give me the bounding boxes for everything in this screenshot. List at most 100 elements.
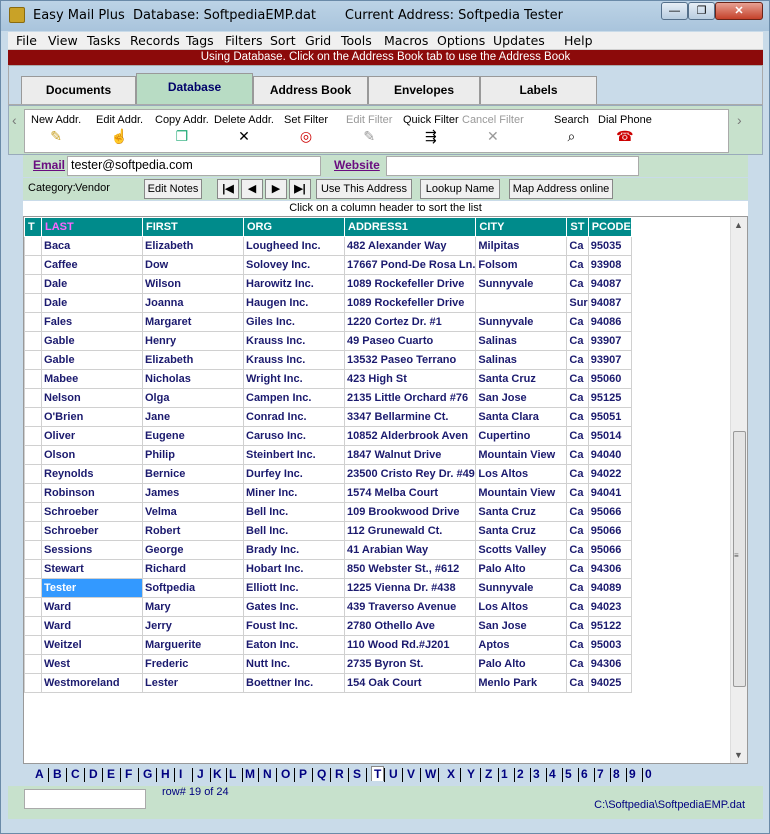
cell-last[interactable]: Westmoreland [41, 673, 143, 693]
cell-first[interactable]: Henry [142, 331, 244, 351]
menu-filters[interactable]: Filters [225, 33, 262, 48]
cell-first[interactable]: Nicholas [142, 369, 244, 389]
menu-help[interactable]: Help [564, 33, 593, 48]
cell-state[interactable]: Ca [566, 578, 589, 598]
cell-org[interactable]: Giles Inc. [243, 312, 345, 332]
alpha-tab-q[interactable]: Q [317, 767, 326, 781]
cell-pcode[interactable]: 93907 [587, 350, 632, 370]
cell-city[interactable]: Santa Cruz [475, 369, 568, 389]
cell-org[interactable]: Miner Inc. [243, 483, 345, 503]
status-input[interactable] [24, 789, 146, 809]
cell-state[interactable]: Ca [566, 236, 589, 256]
cell-last[interactable]: Ward [41, 597, 143, 617]
use-this-address-button[interactable]: Use This Address [316, 179, 412, 199]
cell-city[interactable]: Mountain View [475, 445, 568, 465]
alpha-tab-0[interactable]: 0 [645, 767, 652, 781]
cell-last[interactable]: Gable [41, 331, 143, 351]
next-record-button[interactable]: ▶ [265, 179, 287, 199]
cell-first[interactable]: Jerry [142, 616, 244, 636]
cell-pcode[interactable]: 94306 [587, 559, 632, 579]
cell-city[interactable] [475, 293, 568, 313]
cell-tag[interactable] [24, 369, 42, 389]
cell-tag[interactable] [24, 635, 42, 655]
cell-first[interactable]: Bernice [142, 464, 244, 484]
cell-tag[interactable] [24, 483, 42, 503]
cell-pcode[interactable]: 95035 [587, 236, 632, 256]
cell-city[interactable]: Aptos [475, 635, 568, 655]
column-header-pcode[interactable]: PCODE [587, 217, 632, 237]
cell-tag[interactable] [24, 559, 42, 579]
cell-tag[interactable] [24, 274, 42, 294]
cell-address1[interactable]: 10852 Alderbrook Aven [343, 426, 477, 446]
table-row[interactable]: Oliver Eugene Caruso Inc. 10852 Alderbrook … [24, 426, 632, 446]
cell-address1[interactable]: 1574 Melba Court [343, 483, 477, 503]
cell-org[interactable]: Solovey Inc. [243, 255, 345, 275]
table-row[interactable]: Robinson James Miner Inc. 1574 Melba Court M… [24, 483, 632, 503]
cell-last[interactable]: Schroeber [41, 502, 143, 522]
cell-org[interactable]: Krauss Inc. [243, 350, 345, 370]
cell-org[interactable]: Nutt Inc. [243, 654, 345, 674]
menu-records[interactable]: Records [130, 33, 180, 48]
cell-address1[interactable]: 1089 Rockefeller Drive [343, 293, 477, 313]
cell-tag[interactable] [24, 350, 42, 370]
cell-first[interactable]: Mary [142, 597, 244, 617]
cell-pcode[interactable]: 95066 [587, 540, 632, 560]
cell-org[interactable]: Eaton Inc. [243, 635, 345, 655]
cell-tag[interactable] [24, 312, 42, 332]
cell-pcode[interactable]: 94025 [587, 673, 632, 693]
table-row[interactable]: Olson Philip Steinbert Inc. 1847 Walnut Dri… [24, 445, 632, 465]
set-filter-button[interactable]: Set Filter ◎ [284, 114, 328, 144]
cell-org[interactable]: Bell Inc. [243, 521, 345, 541]
table-row[interactable]: Reynolds Bernice Durfey Inc. 23500 Cristo R… [24, 464, 632, 484]
menu-grid[interactable]: Grid [305, 33, 331, 48]
cell-pcode[interactable]: 94022 [587, 464, 632, 484]
cell-tag[interactable] [24, 255, 42, 275]
cell-state[interactable]: Sur [566, 293, 589, 313]
tab-documents[interactable]: Documents [21, 76, 136, 104]
table-row[interactable]: Gable Henry Krauss Inc. 49 Paseo Cuarto Sali… [24, 331, 632, 351]
table-row[interactable]: Sessions George Brady Inc. 41 Arabian Way Sc… [24, 540, 632, 560]
cell-pcode[interactable]: 94087 [587, 274, 632, 294]
cell-city[interactable]: Salinas [475, 331, 568, 351]
cell-city[interactable]: San Jose [475, 388, 568, 408]
alpha-tab-2[interactable]: 2 [517, 767, 524, 781]
alpha-tab-v[interactable]: V [407, 767, 415, 781]
alpha-tab-z[interactable]: Z [485, 767, 492, 781]
cell-address1[interactable]: 439 Traverso Avenue [343, 597, 477, 617]
cell-tag[interactable] [24, 464, 42, 484]
cell-tag[interactable] [24, 540, 42, 560]
column-header-org[interactable]: ORG [243, 217, 345, 237]
table-row[interactable]: Baca Elizabeth Lougheed Inc. 482 Alexander … [24, 236, 632, 256]
cell-city[interactable]: Sunnyvale [475, 274, 568, 294]
cell-pcode[interactable]: 95066 [587, 521, 632, 541]
minimize-button[interactable]: — [661, 2, 688, 20]
cell-state[interactable]: Ca [566, 635, 589, 655]
alpha-tab-h[interactable]: H [161, 767, 170, 781]
cell-last[interactable]: Stewart [41, 559, 143, 579]
cell-org[interactable]: Foust Inc. [243, 616, 345, 636]
column-header-state[interactable]: ST [566, 217, 589, 237]
cell-last[interactable]: West [41, 654, 143, 674]
cell-pcode[interactable]: 95003 [587, 635, 632, 655]
cell-last[interactable]: Fales [41, 312, 143, 332]
cell-first[interactable]: George [142, 540, 244, 560]
cell-org[interactable]: Gates Inc. [243, 597, 345, 617]
column-header-first[interactable]: FIRST [142, 217, 244, 237]
alpha-tab-k[interactable]: K [213, 767, 222, 781]
alpha-tab-m[interactable]: M [245, 767, 255, 781]
cell-first[interactable]: Philip [142, 445, 244, 465]
alpha-tab-n[interactable]: N [263, 767, 272, 781]
cell-tag[interactable] [24, 407, 42, 427]
table-row[interactable]: Westmoreland Lester Boettner Inc. 154 Oak C… [24, 673, 632, 693]
cell-state[interactable]: Ca [566, 407, 589, 427]
cell-state[interactable]: Ca [566, 673, 589, 693]
menu-sort[interactable]: Sort [270, 33, 296, 48]
cell-address1[interactable]: 110 Wood Rd.#J201 [343, 635, 477, 655]
alpha-tab-9[interactable]: 9 [629, 767, 636, 781]
table-row[interactable]: Schroeber Velma Bell Inc. 109 Brookwood Dri… [24, 502, 632, 522]
cell-pcode[interactable]: 94306 [587, 654, 632, 674]
cell-first[interactable]: Dow [142, 255, 244, 275]
cell-first[interactable]: Robert [142, 521, 244, 541]
alpha-tab-l[interactable]: L [229, 767, 236, 781]
cell-last[interactable]: Robinson [41, 483, 143, 503]
